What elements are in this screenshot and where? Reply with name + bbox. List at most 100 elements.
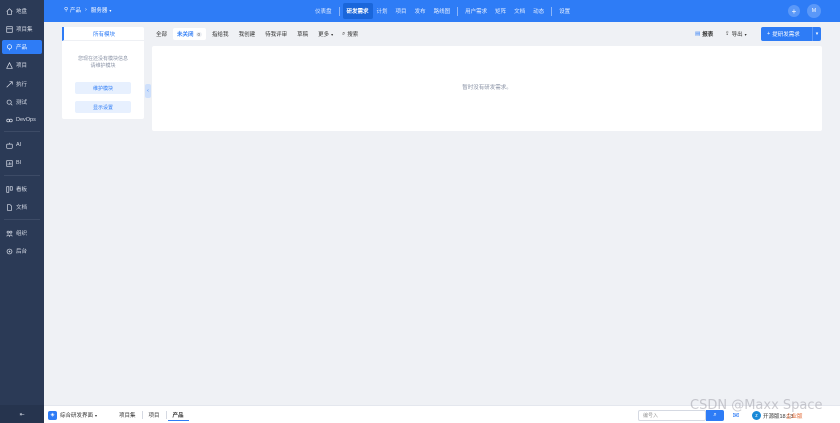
display-settings-button[interactable]: 显示设置 (75, 101, 131, 113)
chevron-down-icon: ▾ (331, 31, 334, 37)
breadcrumb: ⚲ 产品 › 服务器 ▾ (64, 6, 111, 14)
ai-icon (6, 142, 13, 149)
create-dropdown-toggle[interactable]: ▾ (812, 27, 821, 41)
search-toggle[interactable]: ⌕ 搜索 (339, 30, 361, 39)
report-label: 报表 (702, 32, 714, 38)
sidebar-item-label: 执行 (16, 82, 28, 88)
sidebar-item-label: AI (16, 142, 22, 148)
sidebar-item-devops[interactable]: DevOps (2, 113, 42, 127)
maintain-module-button[interactable]: 维护模块 (75, 82, 131, 94)
nav-separator (551, 6, 553, 16)
tab-label: 更多 (318, 32, 330, 38)
nav-requirement[interactable]: 用户需求 (461, 3, 491, 19)
chevron-down-icon: ▾ (744, 31, 747, 37)
sidebar-item-label: 地盘 (16, 9, 28, 15)
workspace-logo-icon: ◈ (48, 410, 57, 420)
tab-to-review[interactable]: 待我评审 (261, 28, 291, 40)
sidebar-item-label: 项目 (16, 63, 28, 69)
sidebar-item-product[interactable]: 产品 (2, 40, 42, 54)
sidebar-item-dashboard[interactable]: 地盘 (2, 4, 42, 18)
sidebar-item-label: 产品 (16, 45, 28, 51)
sidebar-item-kanban[interactable]: 看板 (2, 182, 42, 196)
bottom-tab-separator (141, 411, 143, 419)
doc-icon (6, 203, 13, 211)
bi-icon (6, 159, 13, 167)
workspace-switcher[interactable]: ◈ 综合研发界面 ▾ (48, 409, 97, 421)
message-icon[interactable]: ✉ (730, 410, 742, 421)
bottom-tab-project[interactable]: 项目 (144, 409, 165, 421)
bottom-tabs: 项目集 项目 产品 (114, 409, 189, 421)
tab-unclosed[interactable]: 未关闭 0 (173, 28, 207, 40)
sidebar-item-label: DevOps (16, 117, 36, 123)
report-button[interactable]: ▤ 报表 (695, 28, 713, 40)
quick-create-button[interactable]: + (788, 5, 800, 17)
sidebar-item-program[interactable]: 项目集 (2, 22, 42, 36)
zentao-logo-icon: z (752, 411, 761, 420)
avatar[interactable]: M (807, 4, 821, 18)
nav-settings[interactable]: 设置 (555, 3, 574, 19)
sidebar-item-label: BI (16, 160, 22, 166)
upgrade-edition-link[interactable]: 企业版 (786, 410, 803, 421)
sidebar-item-bi[interactable]: BI (2, 156, 42, 170)
main-nav: 仪表盘 研发需求 计划 项目 发布 路线图 用户需求 矩阵 文档 动态 设置 (311, 3, 574, 19)
bottom-tab-product[interactable]: 产品 (167, 409, 189, 421)
chevron-down-icon: ▾ (95, 412, 98, 418)
sidebar-item-ai[interactable]: AI (2, 138, 42, 152)
top-bar: ⚲ 产品 › 服务器 ▾ 仪表盘 研发需求 计划 项目 发布 路线图 用户需求 … (44, 0, 840, 22)
tab-label: 未关闭 (177, 32, 194, 38)
sidebar-item-project[interactable]: 项目 (2, 58, 42, 72)
bottom-search-input[interactable]: 编号入 (638, 410, 706, 421)
export-label: 导出 (731, 32, 743, 38)
tab-assigned-to-me[interactable]: 指给我 (208, 28, 233, 40)
tab-draft[interactable]: 草稿 (293, 28, 312, 40)
bottom-tab-separator (165, 411, 167, 419)
product-switcher[interactable]: 服务器 (91, 6, 108, 14)
collapse-icon: ⇤ (19, 411, 25, 418)
create-story-button[interactable]: + 提研发需求 ▾ (761, 27, 821, 41)
nav-plan[interactable]: 计划 (373, 3, 392, 19)
nav-separator (457, 6, 459, 16)
sidebar-divider (4, 175, 40, 176)
breadcrumb-root[interactable]: 产品 (70, 6, 81, 14)
empty-state-text: 暂时没有研发需求。 (462, 85, 512, 91)
plus-icon: + (767, 31, 771, 37)
bottom-tab-program[interactable]: 项目集 (114, 409, 141, 421)
kanban-icon (6, 185, 13, 193)
sidebar-divider (4, 219, 40, 220)
nav-dynamic[interactable]: 动态 (529, 3, 548, 19)
sidebar-item-label: 组织 (16, 231, 28, 237)
sidebar: 地盘 项目集 产品 项目 执行 测试 DevOps AI BI 看板 文档 组织… (0, 0, 44, 423)
panel-collapse-handle[interactable]: ‹ (145, 84, 151, 98)
org-icon (6, 230, 13, 237)
sidebar-item-org[interactable]: 组织 (2, 226, 42, 240)
nav-story[interactable]: 研发需求 (342, 3, 373, 19)
module-panel-title[interactable]: 所有模块 (62, 27, 144, 41)
tab-count-badge: 0 (195, 31, 203, 37)
nav-doc[interactable]: 文档 (510, 3, 529, 19)
chevron-left-icon: ‹ (147, 88, 149, 94)
sidebar-item-admin[interactable]: 后台 (2, 244, 42, 258)
module-empty-line: 您现在还没有模块信息 (77, 56, 128, 62)
tab-more[interactable]: 更多 ▾ (314, 28, 337, 40)
export-icon: ⇪ (725, 31, 730, 37)
admin-icon (6, 248, 13, 255)
sidebar-collapse-button[interactable]: ⇤ (0, 405, 44, 423)
module-empty-message: 您现在还没有模块信息 请维护模块 (66, 56, 140, 70)
tab-created-by-me[interactable]: 我创建 (235, 28, 260, 40)
sidebar-item-test[interactable]: 测试 (2, 95, 42, 109)
nav-project[interactable]: 项目 (392, 3, 411, 19)
bottom-search-button[interactable]: ⌕ (706, 410, 724, 421)
nav-release[interactable]: 发布 (411, 3, 430, 19)
search-label: 搜索 (347, 32, 359, 38)
execution-icon (6, 80, 13, 88)
export-button[interactable]: ⇪ 导出 ▾ (725, 28, 747, 40)
tab-all[interactable]: 全部 (152, 28, 171, 40)
nav-roadmap[interactable]: 路线图 (430, 3, 455, 19)
nav-matrix[interactable]: 矩阵 (491, 3, 510, 19)
nav-dashboard[interactable]: 仪表盘 (311, 3, 336, 19)
sidebar-item-execution[interactable]: 执行 (2, 77, 42, 91)
sidebar-item-doc[interactable]: 文档 (2, 200, 42, 214)
chevron-down-icon: ▾ (815, 31, 819, 37)
project-set-icon (6, 25, 13, 33)
chevron-down-icon: ▾ (109, 7, 112, 13)
